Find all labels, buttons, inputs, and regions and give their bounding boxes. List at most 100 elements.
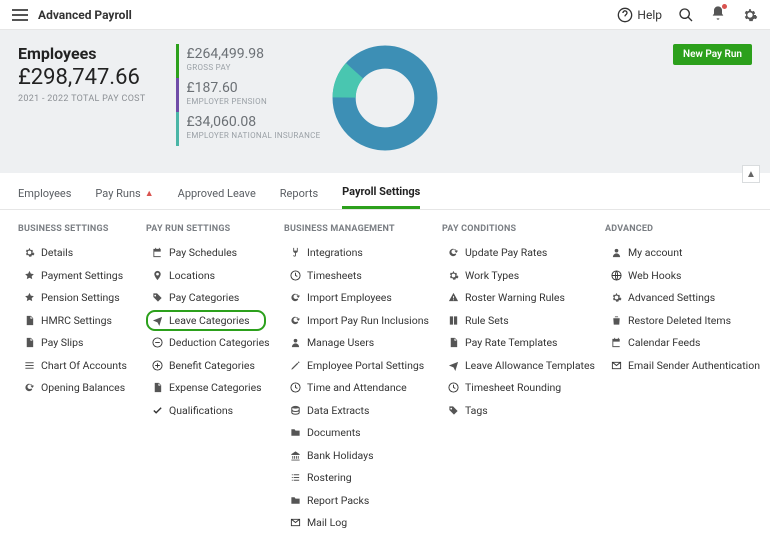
notification-dot [722, 4, 727, 9]
settings-item-hmrc-settings[interactable]: HMRC Settings [18, 310, 128, 331]
settings-item-import-pay-run-inclusions[interactable]: Import Pay Run Inclusions [284, 310, 424, 331]
settings-item-email-sender-authentication[interactable]: Email Sender Authentication [605, 355, 765, 376]
doc-icon [448, 337, 459, 348]
settings-item-timesheet-rounding[interactable]: Timesheet Rounding [442, 377, 587, 398]
help-label: Help [637, 8, 662, 22]
settings-item-label: Leave Categories [169, 314, 250, 327]
section-heading: ADVANCED [605, 224, 765, 234]
settings-item-leave-allowance-templates[interactable]: Leave Allowance Templates [442, 355, 587, 376]
col-pay-conditions: PAY CONDITIONSUpdate Pay RatesWork Types… [442, 224, 587, 535]
settings-item-tags[interactable]: Tags [442, 400, 587, 421]
new-pay-run-button[interactable]: New Pay Run [673, 44, 752, 65]
settings-item-label: Expense Categories [169, 381, 262, 394]
settings-item-data-extracts[interactable]: Data Extracts [284, 400, 424, 421]
settings-item-rostering[interactable]: Rostering [284, 467, 424, 488]
settings-item-qualifications[interactable]: Qualifications [146, 400, 266, 421]
settings-item-bank-holidays[interactable]: Bank Holidays [284, 445, 424, 466]
settings-item-expense-categories[interactable]: Expense Categories [146, 377, 266, 398]
settings-item-update-pay-rates[interactable]: Update Pay Rates [442, 242, 587, 263]
settings-item-pay-schedules[interactable]: Pay Schedules [146, 242, 266, 263]
settings-item-integrations[interactable]: Integrations [284, 242, 424, 263]
settings-item-label: Pension Settings [41, 291, 120, 304]
settings-item-employee-portal-settings[interactable]: Employee Portal Settings [284, 355, 424, 376]
settings-item-label: Employee Portal Settings [307, 359, 424, 372]
settings-item-details[interactable]: Details [18, 242, 128, 263]
warn-icon [448, 292, 459, 303]
stat-employer-ni: £34,060.08 EMPLOYER NATIONAL INSURANCE [176, 112, 321, 146]
settings-item-label: Leave Allowance Templates [465, 359, 595, 372]
settings-item-label: Rule Sets [465, 314, 509, 327]
settings-item-report-packs[interactable]: Report Packs [284, 490, 424, 511]
mail-icon [611, 360, 622, 371]
settings-item-import-employees[interactable]: Import Employees [284, 287, 424, 308]
settings-item-chart-of-accounts[interactable]: Chart Of Accounts [18, 355, 128, 376]
settings-item-label: Calendar Feeds [628, 336, 700, 349]
settings-item-label: Pay Rate Templates [465, 336, 557, 349]
settings-item-label: Work Types [465, 269, 519, 282]
bars-icon [24, 360, 35, 371]
settings-item-pay-rate-templates[interactable]: Pay Rate Templates [442, 332, 587, 353]
doc-icon [24, 337, 35, 348]
topbar: Advanced Payroll Help [0, 0, 770, 30]
settings-item-pay-categories[interactable]: Pay Categories [146, 287, 266, 308]
settings-item-label: Chart Of Accounts [41, 359, 127, 372]
summary-title: Employees [18, 44, 146, 63]
help-button[interactable]: Help [617, 7, 662, 23]
settings-item-pension-settings[interactable]: Pension Settings [18, 287, 128, 308]
settings-item-documents[interactable]: Documents [284, 422, 424, 443]
gear-icon[interactable] [742, 7, 758, 23]
settings-item-advanced-settings[interactable]: Advanced Settings [605, 287, 765, 308]
settings-item-locations[interactable]: Locations [146, 265, 266, 286]
refresh-icon [24, 382, 35, 393]
settings-item-deduction-categories[interactable]: Deduction Categories [146, 332, 266, 353]
settings-item-label: Email Sender Authentication [628, 359, 760, 372]
settings-item-label: Mail Log [307, 516, 347, 529]
settings-item-roster-warning-rules[interactable]: Roster Warning Rules [442, 287, 587, 308]
star-icon [24, 270, 35, 281]
settings-item-label: Restore Deleted Items [628, 314, 731, 327]
col-business-management: BUSINESS MANAGEMENT IntegrationsTimesheet… [284, 224, 424, 535]
star-icon [24, 292, 35, 303]
settings-item-calendar-feeds[interactable]: Calendar Feeds [605, 332, 765, 353]
cal-icon [152, 247, 163, 258]
mail-icon [290, 517, 301, 528]
settings-item-label: Tags [465, 404, 488, 417]
doc-icon [152, 382, 163, 393]
settings-item-label: Timesheet Rounding [465, 381, 561, 394]
settings-item-rule-sets[interactable]: Rule Sets [442, 310, 587, 331]
settings-item-label: Qualifications [169, 404, 233, 417]
tab-pay-runs[interactable]: Pay Runs ▲ [95, 185, 153, 209]
settings-item-pay-slips[interactable]: Pay Slips [18, 332, 128, 353]
tab-payroll-settings[interactable]: Payroll Settings [342, 185, 420, 209]
settings-item-label: Manage Users [307, 336, 374, 349]
search-icon[interactable] [678, 7, 694, 23]
notifications-button[interactable] [710, 5, 726, 24]
settings-item-opening-balances[interactable]: Opening Balances [18, 377, 128, 398]
plane-icon [152, 315, 163, 326]
settings-item-restore-deleted-items[interactable]: Restore Deleted Items [605, 310, 765, 331]
settings-item-time-and-attendance[interactable]: Time and Attendance [284, 377, 424, 398]
settings-item-leave-categories[interactable]: Leave Categories [146, 310, 266, 331]
settings-item-benefit-categories[interactable]: Benefit Categories [146, 355, 266, 376]
section-heading: BUSINESS MANAGEMENT [284, 224, 424, 234]
settings-item-manage-users[interactable]: Manage Users [284, 332, 424, 353]
tag-icon [448, 405, 459, 416]
settings-item-label: Bank Holidays [307, 449, 374, 462]
settings-item-label: Import Pay Run Inclusions [307, 314, 429, 327]
settings-item-my-account[interactable]: My account [605, 242, 765, 263]
settings-item-payment-settings[interactable]: Payment Settings [18, 265, 128, 286]
settings-item-timesheets[interactable]: Timesheets [284, 265, 424, 286]
tab-reports[interactable]: Reports [280, 185, 318, 209]
summary-subtitle: 2021 - 2022 TOTAL PAY COST [18, 94, 146, 104]
plane-icon [448, 360, 459, 371]
settings-item-web-hooks[interactable]: Web Hooks [605, 265, 765, 286]
tab-approved-leave[interactable]: Approved Leave [178, 185, 256, 209]
collapse-toggle[interactable]: ▲ [742, 165, 760, 183]
menu-icon[interactable] [12, 9, 28, 21]
settings-item-label: Pay Schedules [169, 246, 237, 259]
settings-item-work-types[interactable]: Work Types [442, 265, 587, 286]
list-icon [290, 472, 301, 483]
refresh-icon [290, 292, 301, 303]
tab-employees[interactable]: Employees [18, 185, 71, 209]
settings-item-mail-log[interactable]: Mail Log [284, 512, 424, 533]
